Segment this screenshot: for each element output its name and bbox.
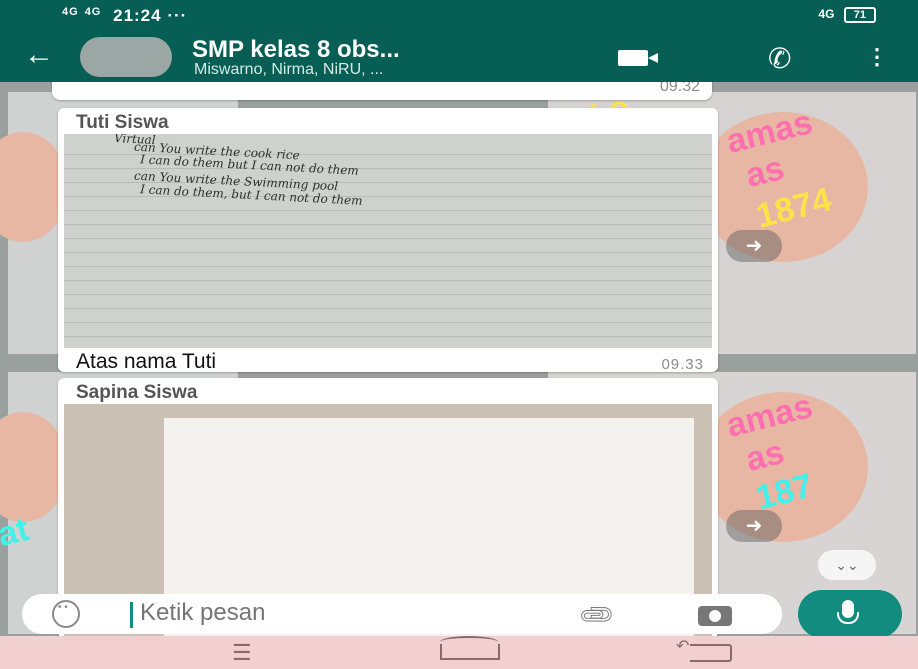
camera-icon[interactable] [698,606,732,626]
message-bubble-previous[interactable]: 09.32 [52,82,712,100]
video-call-icon[interactable] [618,50,658,66]
battery-indicator: 71 [843,7,876,23]
message-input[interactable] [138,598,502,628]
chat-area[interactable]: unt e amas as 1874 ➜ at unt e amas as 18… [0,82,918,636]
message-sender: Tuti Siswa [76,112,169,133]
group-members[interactable]: Miswarno, Nirma, NiRU, ... [194,61,383,79]
signal-indicator-1: 4G [62,6,79,18]
group-title[interactable]: SMP kelas 8 obs... [192,36,400,64]
home-icon[interactable] [440,636,500,660]
menu-icon[interactable]: ☰ [232,642,252,664]
chat-header: ← SMP kelas 8 obs... Miswarno, Nirma, Ni… [0,32,918,82]
status-bar: 4G 4G 21:24 ··· 4G 71 [0,0,918,32]
attach-icon[interactable]: 📎︎ [576,594,618,636]
status-time: 21:24 [113,6,162,25]
microphone-icon [837,600,859,624]
group-avatar[interactable] [80,37,172,77]
homework-photo[interactable]: Virtual can You write the cook rice I ca… [64,134,712,348]
message-sender: Sapina Siswa [76,382,198,403]
emoji-icon[interactable] [52,600,80,628]
more-vertical-icon[interactable]: ⋮ [866,44,888,70]
text-cursor [130,602,133,628]
message-caption: Atas nama Tuti [76,350,217,373]
network-label: 4G [818,7,835,21]
status-left: 4G 4G 21:24 ··· [62,6,187,26]
signal-indicator-2: 4G [84,6,102,18]
message-bubble-tuti[interactable]: Tuti Siswa Virtual can You write the coo… [58,108,718,373]
phone-icon[interactable]: ✆ [768,42,791,75]
message-time: 09.33 [661,356,704,373]
system-nav-bar: ☰ [0,636,918,669]
status-extra: ··· [167,6,188,25]
scroll-down-button[interactable]: ⌄⌄ [818,550,876,580]
status-right: 4G 71 [818,7,876,23]
forward-icon[interactable]: ➜ [726,230,782,262]
back-icon[interactable] [676,636,732,662]
arrow-left-icon[interactable]: ← [24,40,54,70]
message-composer: 📎︎ [22,594,782,636]
forward-icon[interactable]: ➜ [726,510,782,542]
mic-button[interactable] [798,590,902,638]
message-time: 09.32 [659,82,700,95]
